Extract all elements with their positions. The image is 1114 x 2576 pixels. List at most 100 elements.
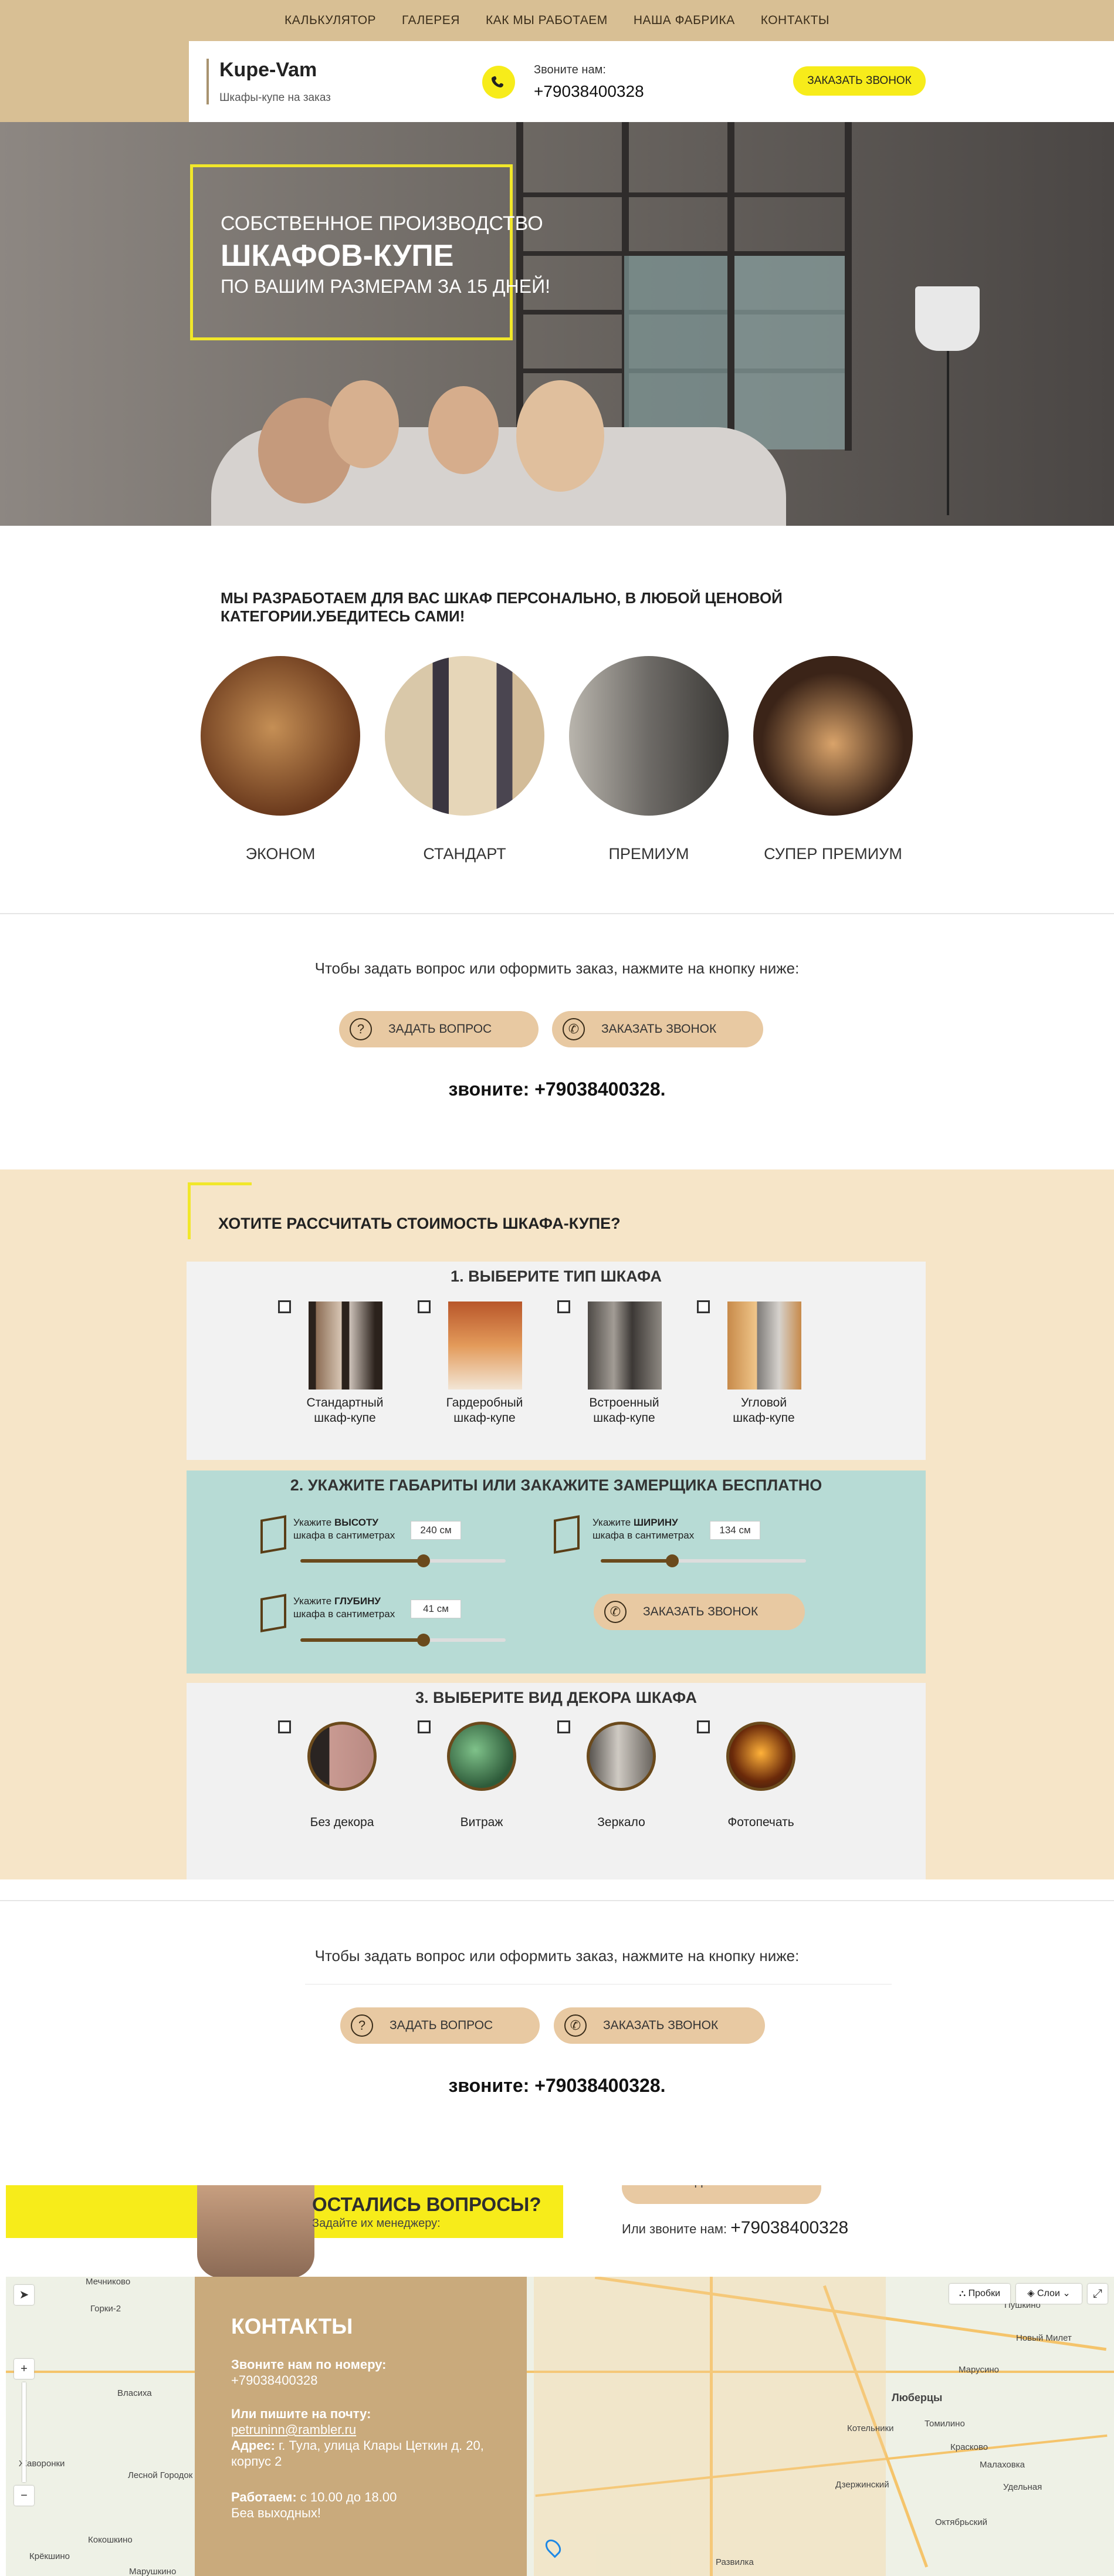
contacts-phone[interactable]: +79038400328 [231, 2373, 317, 2388]
photo-print-thumb[interactable] [726, 1722, 795, 1791]
width-value[interactable]: 134 см [710, 1521, 760, 1540]
nav-factory[interactable]: НАША ФАБРИКА [634, 13, 735, 28]
decor-photo-label: Фотопечать [727, 1816, 794, 1829]
dressing-wardrobe-thumb[interactable] [448, 1301, 522, 1390]
depth-value[interactable]: 41 см [411, 1600, 461, 1618]
decor-checkbox-stained-glass[interactable] [418, 1720, 431, 1733]
category-premium[interactable]: ПРЕМИУМ [561, 845, 737, 863]
decor-mirror-label: Зеркало [597, 1816, 645, 1829]
traffic-button[interactable]: ⛬ Пробки [949, 2284, 1010, 2304]
map-label: Октябрьский [935, 2517, 987, 2527]
type-checkbox-dressing[interactable] [418, 1300, 431, 1313]
depth-wardrobe-icon [260, 1594, 286, 1632]
header-phone[interactable]: +79038400328 [534, 82, 644, 101]
lamp-shade [915, 286, 980, 351]
glass-door [734, 256, 845, 449]
map-label: Удельная [1003, 2482, 1042, 2492]
map-label: Крёкшино [29, 2551, 70, 2561]
built-in-wardrobe-thumb[interactable] [588, 1301, 662, 1390]
child-photo [428, 386, 499, 474]
hero-line-1: СОБСТВЕННОЕ ПРОИЗВОДСТВО [221, 212, 543, 235]
traffic-icon: ⛬ [959, 2288, 969, 2298]
order-call-label: ЗАКАЗАТЬ ЗВОНОК [643, 1605, 759, 1618]
map-label: Мечниково [86, 2277, 131, 2287]
ask-question-label: ЗАДАТЬ ВОПРОС [390, 2019, 493, 2032]
premium-wardrobe-image[interactable] [569, 656, 729, 816]
map-label: Котельники [847, 2423, 894, 2433]
nav-gallery[interactable]: ГАЛЕРЕЯ [402, 13, 460, 28]
glass-door [624, 256, 727, 449]
order-call-label: ЗАКАЗАТЬ ЗВОНОК [601, 1022, 717, 1036]
map-label: Власиха [117, 2388, 152, 2398]
type-corner-label: Угловой шкаф-купе [733, 1396, 795, 1425]
standard-wardrobe-image[interactable] [385, 656, 544, 816]
zoom-in-button[interactable]: + [14, 2359, 34, 2379]
ask-question-button[interactable]: ? ЗАДАТЬ ВОПРОС [339, 1011, 539, 1047]
phone-icon [482, 66, 515, 99]
order-call-button-3[interactable]: ✆ ЗАКАЗАТЬ ЗВОНОК [594, 1594, 805, 1630]
mirror-thumb[interactable] [587, 1722, 656, 1791]
alt-phone[interactable]: +79038400328 [730, 2218, 848, 2237]
decor-checkbox-photo[interactable] [697, 1720, 710, 1733]
logo[interactable]: Kupe-Vam [219, 59, 317, 82]
zoom-slider[interactable] [22, 2382, 26, 2482]
height-label: Укажите ВЫСОТУ шкафа в сантиметрах [293, 1517, 395, 1541]
stained-glass-thumb[interactable] [447, 1722, 516, 1791]
category-economy[interactable]: ЭКОНОМ [192, 845, 368, 863]
nav-contacts[interactable]: КОНТАКТЫ [761, 13, 829, 28]
questions-title: ОСТАЛИСЬ ВОПРОСЫ? [312, 2193, 541, 2215]
contacts-email[interactable]: petruninn@rambler.ru [231, 2422, 356, 2437]
standard-wardrobe-thumb[interactable] [309, 1301, 382, 1390]
category-super-premium[interactable]: СУПЕР ПРЕМИУМ [745, 845, 921, 863]
question-icon: ? [351, 2014, 373, 2037]
call-us-line-2[interactable]: звоните: +79038400328. [0, 2075, 1114, 2097]
hero-banner [0, 122, 1114, 526]
shelf-post [845, 122, 852, 451]
header [189, 41, 1114, 122]
logo-divider [206, 59, 209, 104]
locate-icon[interactable]: ➤ [14, 2285, 34, 2305]
nav-calculator[interactable]: КАЛЬКУЛЯТОР [285, 13, 376, 28]
economy-wardrobe-image[interactable] [201, 656, 360, 816]
decor-stained-glass-label: Витраж [460, 1816, 503, 1829]
order-call-button-2[interactable]: ✆ ЗАКАЗАТЬ ЗВОНОК [552, 1011, 763, 1047]
super-premium-wardrobe-image[interactable] [753, 656, 913, 816]
type-dressing-label: Гардеробный шкаф-купе [446, 1396, 523, 1425]
no-decor-thumb[interactable] [307, 1722, 377, 1791]
layers-button[interactable]: ◈ Слои ⌄ [1016, 2284, 1082, 2304]
map-label: Лесной Городок [128, 2470, 193, 2480]
nav-how-we-work[interactable]: КАК МЫ РАБОТАЕМ [486, 13, 608, 28]
order-call-button[interactable]: ЗАКАЗАТЬ ЗВОНОК [793, 66, 926, 96]
map[interactable]: Мечниково Горки-2 Власиха Лесной Городок… [6, 2277, 1114, 2576]
contacts-phone-block: Звоните нам по номеру: +79038400328 [231, 2357, 387, 2388]
city-area [534, 2277, 886, 2576]
type-checkbox-built-in[interactable] [557, 1300, 570, 1313]
cta-text: Чтобы задать вопрос или оформить заказ, … [314, 959, 800, 977]
layers-icon: ◈ [1027, 2288, 1037, 2298]
ask-question-button-2[interactable]: ? ЗАДАТЬ ВОПРОС [340, 2007, 540, 2044]
zoom-out-button[interactable]: − [14, 2486, 34, 2506]
calc-step-1: 1. ВЫБЕРИТЕ ТИП ШКАФА Стандартный шкаф-ку… [187, 1262, 926, 1460]
shelf-board [516, 251, 852, 256]
type-checkbox-standard[interactable] [278, 1300, 291, 1313]
height-slider-handle[interactable] [417, 1554, 430, 1567]
width-slider-handle[interactable] [666, 1554, 679, 1567]
phone-handset-icon: ✆ [564, 2014, 587, 2037]
order-call-button-4[interactable]: ✆ ЗАКАЗАТЬ ЗВОНОК [554, 2007, 765, 2044]
phone-handset-icon: ✆ [604, 1601, 627, 1623]
map-label: Развилка [716, 2557, 754, 2567]
type-checkbox-corner[interactable] [697, 1300, 710, 1313]
decor-checkbox-none[interactable] [278, 1720, 291, 1733]
fullscreen-icon[interactable]: ⤢ [1088, 2284, 1108, 2304]
calculator-title: ХОТИТЕ РАССЧИТАТЬ СТОИМОСТЬ ШКАФА-КУПЕ? [218, 1215, 621, 1232]
questions-subtitle: Задайте их менеджеру: [312, 2217, 441, 2230]
depth-slider-handle[interactable] [417, 1634, 430, 1647]
corner-wardrobe-thumb[interactable] [727, 1301, 801, 1390]
height-value[interactable]: 240 см [411, 1521, 461, 1540]
decor-checkbox-mirror[interactable] [557, 1720, 570, 1733]
call-us-line[interactable]: звоните: +79038400328. [0, 1079, 1114, 1100]
category-standard[interactable]: СТАНДАРТ [377, 845, 553, 863]
map-label: Красково [950, 2442, 988, 2452]
contacts-hours-block: Работаем: с 10.00 до 18.00 Беа выходных! [231, 2490, 397, 2520]
map-label: Новый Милет [1016, 2333, 1072, 2343]
